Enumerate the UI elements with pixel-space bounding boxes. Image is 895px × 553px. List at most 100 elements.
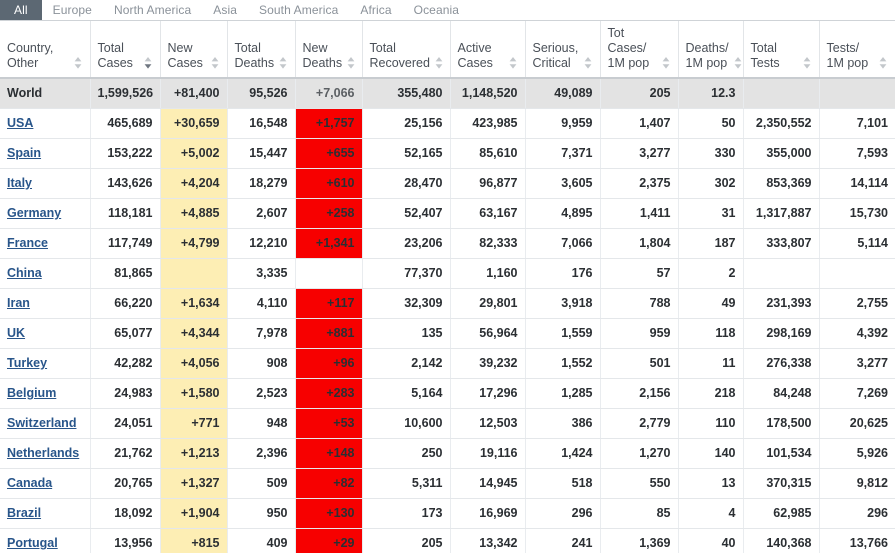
column-header-label: Deaths/ 1M pop (685, 41, 729, 70)
cell-tests-1m: 20,625 (818, 408, 895, 439)
cell-total-deaths: 12,210 (226, 228, 295, 259)
column-header-total-deaths[interactable]: Total Deaths (226, 20, 295, 79)
table-row: Iran 66,220 +1,634 4,110 +117 32,309 29,801 3,9… (0, 288, 895, 319)
column-header-new-deaths[interactable]: New Deaths (294, 20, 362, 79)
country-name-cell: USA (0, 108, 90, 139)
sort-arrows-icon[interactable] (143, 56, 153, 70)
country-name-cell: Iran (0, 288, 90, 319)
cell-new-cases: +1,634 (159, 288, 227, 319)
sort-arrows-icon[interactable] (733, 56, 743, 70)
sort-arrows-icon[interactable] (434, 56, 444, 70)
country-link[interactable]: France (7, 236, 48, 250)
country-link[interactable]: China (7, 266, 42, 280)
column-header-tests-1m[interactable]: Tests/ 1M pop (818, 20, 895, 79)
column-header-active-cases[interactable]: Active Cases (449, 20, 525, 79)
region-tab-africa[interactable]: Africa (349, 0, 402, 20)
cell-serious-critical: 4,895 (524, 198, 600, 229)
cell-total-tests (742, 258, 819, 289)
region-tab-oceania[interactable]: Oceania (403, 0, 470, 20)
cell-serious-critical: 7,371 (524, 138, 600, 169)
table-row: USA 465,689 +30,659 16,548 +1,757 25,156 423,9… (0, 108, 895, 139)
country-link[interactable]: Switzerland (7, 416, 76, 430)
sort-arrows-icon[interactable] (878, 56, 888, 70)
sort-arrows-icon[interactable] (210, 56, 220, 70)
column-header-deaths-1m[interactable]: Deaths/ 1M pop (677, 20, 743, 79)
country-name-cell: Portugal (0, 528, 90, 553)
cell-deaths-1m: 50 (677, 108, 743, 139)
cell-total-tests: 333,807 (742, 228, 819, 259)
column-header-tot-cases-1m[interactable]: Tot Cases/ 1M pop (599, 20, 678, 79)
country-link[interactable]: Netherlands (7, 446, 79, 460)
cell-new-deaths: +7,066 (294, 78, 362, 109)
cell-total-cases: 1,599,526 (89, 78, 160, 109)
column-header-serious-critical[interactable]: Serious, Critical (524, 20, 600, 79)
country-link[interactable]: Italy (7, 176, 32, 190)
cell-total-deaths: 2,607 (226, 198, 295, 229)
cell-serious-critical: 386 (524, 408, 600, 439)
country-link[interactable]: Spain (7, 146, 41, 160)
cell-total-deaths: 15,447 (226, 138, 295, 169)
country-link[interactable]: Brazil (7, 506, 41, 520)
cell-total-recovered: 32,309 (361, 288, 450, 319)
cell-new-deaths (294, 258, 362, 289)
sort-arrows-icon[interactable] (73, 56, 83, 70)
country-link[interactable]: UK (7, 326, 25, 340)
table-row: Italy 143,626 +4,204 18,279 +610 28,470 96,877… (0, 168, 895, 199)
cell-active-cases: 85,610 (449, 138, 525, 169)
column-header-total-recovered[interactable]: Total Recovered (361, 20, 450, 79)
country-table-container[interactable]: Country, Other Total Cases New Cases Total … (0, 20, 895, 553)
sort-arrows-icon[interactable] (583, 56, 593, 70)
cell-serious-critical: 9,959 (524, 108, 600, 139)
cell-total-tests: 178,500 (742, 408, 819, 439)
cell-total-tests: 298,169 (742, 318, 819, 349)
country-link[interactable]: USA (7, 116, 33, 130)
cell-new-cases: +1,327 (159, 468, 227, 499)
cell-active-cases: 63,167 (449, 198, 525, 229)
sort-arrows-icon[interactable] (278, 56, 288, 70)
cell-active-cases: 19,116 (449, 438, 525, 469)
cell-tests-1m: 14,114 (818, 168, 895, 199)
cell-new-cases: +1,580 (159, 378, 227, 409)
country-link[interactable]: Germany (7, 206, 61, 220)
column-header-total-tests[interactable]: Total Tests (742, 20, 819, 79)
region-tab-europe[interactable]: Europe (42, 0, 103, 20)
country-link[interactable]: Turkey (7, 356, 47, 370)
sort-arrows-icon[interactable] (346, 56, 356, 70)
cell-deaths-1m: 140 (677, 438, 743, 469)
cell-total-tests: 62,985 (742, 498, 819, 529)
cell-active-cases: 16,969 (449, 498, 525, 529)
cell-total-recovered: 10,600 (361, 408, 450, 439)
cell-new-cases: +1,904 (159, 498, 227, 529)
column-header-country[interactable]: Country, Other (0, 20, 90, 79)
cell-new-cases: +4,204 (159, 168, 227, 199)
sort-arrows-icon[interactable] (661, 56, 671, 70)
column-header-total-cases[interactable]: Total Cases (89, 20, 160, 79)
cell-total-tests: 1,317,887 (742, 198, 819, 229)
region-tab-north-america[interactable]: North America (103, 0, 202, 20)
cell-active-cases: 82,333 (449, 228, 525, 259)
cell-tot-cases-1m: 57 (599, 258, 678, 289)
cell-active-cases: 423,985 (449, 108, 525, 139)
column-header-new-cases[interactable]: New Cases (159, 20, 227, 79)
cell-tot-cases-1m: 1,407 (599, 108, 678, 139)
cell-total-tests: 355,000 (742, 138, 819, 169)
region-tab-asia[interactable]: Asia (202, 0, 248, 20)
region-tab-all[interactable]: All (0, 0, 42, 20)
sort-arrows-icon[interactable] (508, 56, 518, 70)
region-tab-south-america[interactable]: South America (248, 0, 349, 20)
country-link[interactable]: Iran (7, 296, 30, 310)
cell-deaths-1m: 40 (677, 528, 743, 553)
country-link[interactable]: Portugal (7, 536, 58, 550)
cell-total-recovered: 23,206 (361, 228, 450, 259)
cell-new-deaths: +117 (294, 288, 362, 319)
cell-total-cases: 65,077 (89, 318, 160, 349)
cell-new-deaths: +130 (294, 498, 362, 529)
country-link[interactable]: Belgium (7, 386, 56, 400)
column-header-label: Tests/ 1M pop (826, 41, 869, 70)
cell-total-cases: 117,749 (89, 228, 160, 259)
sort-arrows-icon[interactable] (802, 56, 812, 70)
country-link[interactable]: Canada (7, 476, 52, 490)
cell-active-cases: 17,296 (449, 378, 525, 409)
cell-active-cases: 96,877 (449, 168, 525, 199)
cell-deaths-1m: 4 (677, 498, 743, 529)
